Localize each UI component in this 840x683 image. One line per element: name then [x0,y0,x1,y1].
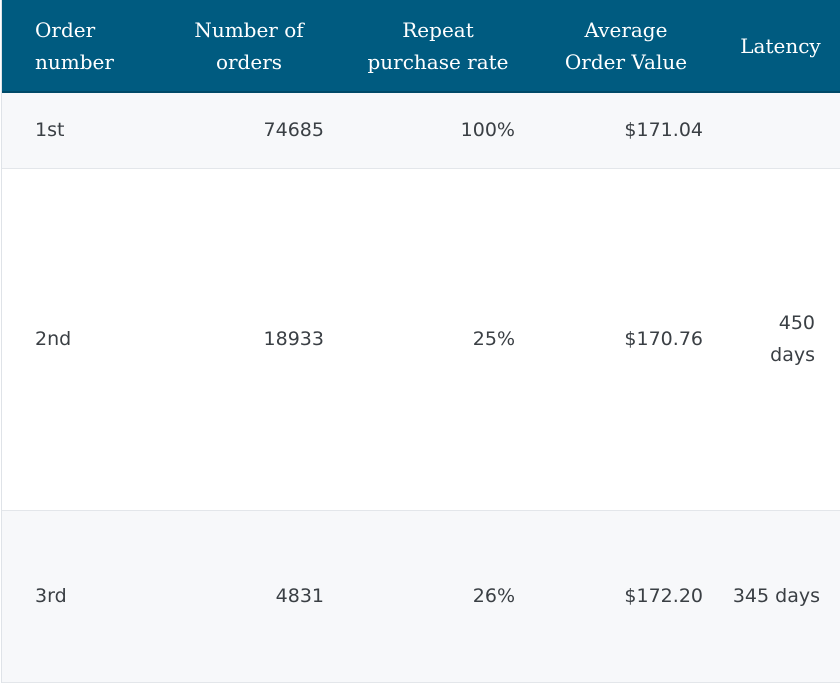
header-line: orders [215,49,283,74]
cell-latency: 345 days [720,510,840,683]
header-line: Number of [194,17,304,42]
header-line: Order [35,17,96,42]
cell-repeat-purchase-rate: 25% [344,168,532,511]
header-line: Repeat [402,17,474,42]
table-header: Order number Number of orders Repeat pur… [2,0,840,93]
cell-latency: 450 days [720,168,840,511]
cell-average-order-value: $172.20 [532,510,720,683]
header-line: number [35,49,114,74]
latency-value: 345 days [732,585,820,607]
header-average-order-value: Average Order Value [532,0,720,93]
table-row: 3rd 4831 26% $172.20 345 days [2,510,840,683]
header-line: purchase rate [367,49,509,74]
cell-repeat-purchase-rate: 26% [344,510,532,683]
cell-number-of-orders: 74685 [154,92,344,169]
cell-average-order-value: $171.04 [532,92,720,169]
cell-number-of-orders: 18933 [154,168,344,511]
header-row: Order number Number of orders Repeat pur… [2,0,840,93]
cell-latency [720,92,840,169]
cell-repeat-purchase-rate: 100% [344,92,532,169]
header-order-number: Order number [2,0,154,93]
cell-order-number: 1st [2,92,154,169]
header-line: Latency [740,33,821,58]
cell-number-of-orders: 4831 [154,510,344,683]
header-latency: Latency [720,0,840,93]
cell-order-number: 2nd [2,168,154,511]
table-row: 2nd 18933 25% $170.76 450 days [2,168,840,511]
order-stats-table: Order number Number of orders Repeat pur… [2,0,840,683]
header-repeat-purchase-rate: Repeat purchase rate [344,0,532,93]
header-line: Average [584,17,668,42]
cell-average-order-value: $170.76 [532,168,720,511]
table-body: 1st 74685 100% $171.04 2nd 18933 25% $17… [2,92,840,683]
header-number-of-orders: Number of orders [154,0,344,93]
cell-order-number: 3rd [2,510,154,683]
order-stats-table-container: Order number Number of orders Repeat pur… [1,0,840,683]
latency-value: 450 days [770,312,815,366]
header-line: Order Value [564,49,688,74]
table-row: 1st 74685 100% $171.04 [2,92,840,169]
